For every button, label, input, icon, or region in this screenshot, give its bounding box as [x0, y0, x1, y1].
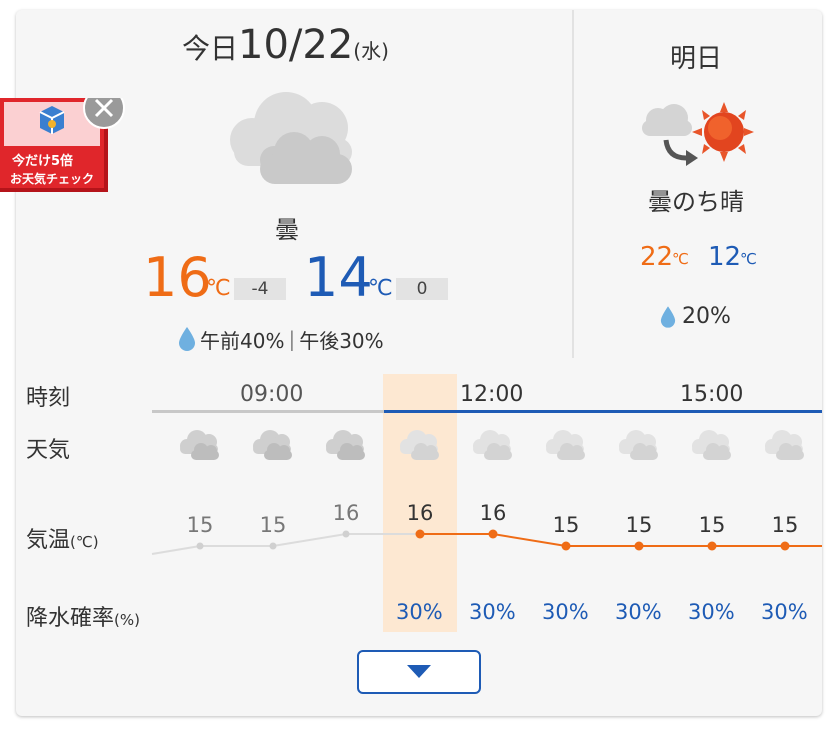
temp-point: [634, 541, 644, 551]
today-prefix: 今日: [182, 32, 239, 65]
tomorrow-high-temp: 22: [640, 242, 674, 272]
temp-label: 16: [333, 501, 360, 525]
temp-label: 16: [480, 501, 507, 525]
cloud-icon: [619, 430, 658, 460]
promo-badge-line2: お天気チェック: [10, 172, 95, 186]
raindrop-icon: [660, 305, 676, 328]
cloud-icon: [546, 430, 585, 460]
cloud-icon: [180, 430, 219, 460]
precip-value: 30%: [688, 600, 735, 624]
tomorrow-low-unit: ℃: [740, 250, 757, 268]
precip-value: 30%: [761, 600, 808, 624]
temp-point: [707, 541, 717, 551]
today-low-temp: 14: [304, 246, 373, 309]
cloud-icon: [765, 430, 804, 460]
temp-label: 15: [260, 513, 287, 537]
time-tick-1500: 15:00: [680, 382, 744, 407]
temp-line-past: [151, 533, 420, 555]
time-row-label: 時刻: [26, 386, 71, 411]
temp-label: 15: [553, 513, 580, 537]
precip-value: 30%: [615, 600, 662, 624]
temp-label: 15: [626, 513, 653, 537]
precip-value: 30%: [396, 600, 443, 624]
tomorrow-precip: 20%: [660, 304, 731, 329]
temp-point: [561, 541, 571, 551]
caret-down-icon: [407, 665, 431, 678]
temp-point: [780, 541, 790, 551]
time-axis-past: [152, 410, 384, 413]
cloud-icon: [230, 92, 352, 184]
today-high-temp: 16: [143, 246, 212, 309]
cloud-icon: [692, 430, 731, 460]
today-date: 10/22: [238, 22, 354, 68]
cloud-icon: [326, 430, 365, 460]
time-tick-1200: 12:00: [460, 382, 524, 407]
tomorrow-precip-value: 20%: [682, 304, 731, 329]
temp-point: [415, 529, 425, 539]
cloud-then-sun-icon: [642, 102, 754, 166]
temp-point: [488, 529, 498, 539]
temp-point: [269, 542, 277, 550]
temp-point: [342, 530, 350, 538]
today-precip-am: 午前40%: [200, 328, 285, 353]
cloud-icon: [400, 430, 439, 460]
promo-badge-line1: 今だけ5倍: [12, 154, 74, 169]
today-weekday: (水): [353, 39, 389, 63]
temp-label: 15: [187, 513, 214, 537]
precip-row-label-text: 降水確率: [26, 606, 115, 631]
precip-row-label: 降水確率(%): [26, 600, 140, 632]
time-tick-0900: 09:00: [240, 382, 304, 407]
today-high-unit: ℃: [206, 276, 231, 301]
tomorrow-condition: 曇のち晴: [648, 188, 744, 216]
today-title: 今日 10/22 (水): [182, 22, 389, 72]
time-axis-future: [384, 410, 822, 413]
today-precip-pm: 午後30%: [299, 328, 384, 353]
precip-value: 30%: [542, 600, 589, 624]
cloud-icon: [253, 430, 292, 460]
today-precip: 午前40% | 午後30%: [178, 322, 384, 356]
today-tomorrow-divider: [572, 10, 574, 358]
tomorrow-high-unit: ℃: [672, 250, 689, 268]
temp-point: [196, 542, 204, 550]
close-icon: [83, 98, 125, 129]
today-precip-separator: |: [288, 327, 296, 351]
today-low-diff: 0: [396, 278, 448, 300]
precip-value: 30%: [469, 600, 516, 624]
temperature-chart: 15 15 16 16 16 15 15 15 15: [151, 501, 822, 555]
temp-label: 15: [699, 513, 726, 537]
today-condition: 曇: [275, 216, 299, 244]
temp-label: 15: [772, 513, 799, 537]
temp-label: 16: [407, 501, 434, 525]
tomorrow-low-temp: 12: [708, 242, 742, 272]
today-low-unit: ℃: [368, 276, 393, 301]
weather-row-label: 天気: [26, 438, 71, 463]
cloud-icon: [473, 430, 512, 460]
tomorrow-title: 明日: [670, 44, 723, 74]
expand-hourly-button[interactable]: [357, 650, 481, 694]
precip-row-unit: (%): [114, 611, 140, 629]
today-high-diff: -4: [234, 278, 286, 300]
temp-line-forecast: [420, 533, 822, 547]
raindrop-icon: [179, 327, 195, 351]
